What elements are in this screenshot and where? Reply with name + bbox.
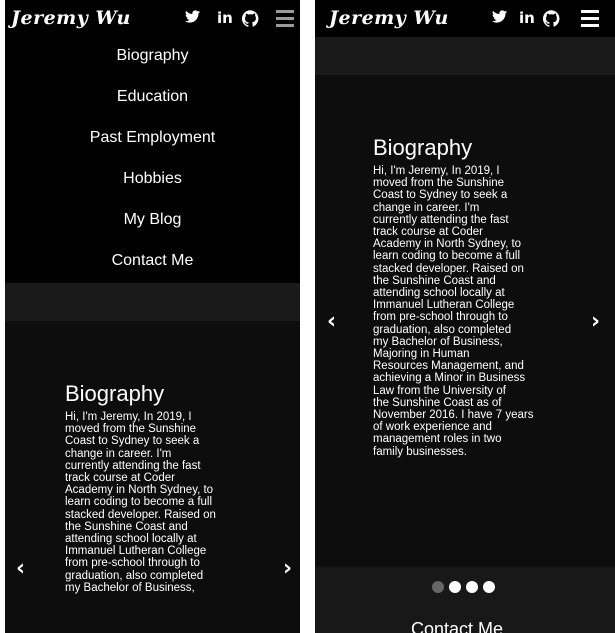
hamburger-menu-icon[interactable]	[276, 10, 294, 28]
carousel-indicator-dot[interactable]	[432, 581, 444, 593]
site-logo[interactable]: Jeremy Wu	[329, 7, 449, 29]
carousel-indicator-dot[interactable]	[466, 581, 478, 593]
nav-item-my-blog[interactable]: My Blog	[5, 211, 300, 229]
section-spacer	[315, 37, 615, 75]
slide-title: Biography	[65, 381, 165, 406]
site-logo[interactable]: Jeremy Wu	[11, 7, 131, 29]
nav-item-contact-me[interactable]: Contact Me	[5, 252, 300, 270]
nav-item-education[interactable]: Education	[5, 88, 300, 106]
nav-item-past-employment[interactable]: Past Employment	[5, 129, 300, 147]
nav-item-hobbies[interactable]: Hobbies	[5, 170, 300, 188]
twitter-icon[interactable]	[185, 10, 200, 23]
linkedin-icon[interactable]: in	[519, 10, 535, 26]
slide-body: Hi, I'm Jeremy, In 2019, I moved from th…	[65, 411, 216, 594]
slide-body: Hi, I'm Jeremy, In 2019, I moved from th…	[373, 165, 534, 458]
mobile-view-menu-closed: Jeremy Wu in Biography Hi, I'm Jeremy, I…	[315, 0, 615, 633]
linkedin-icon[interactable]: in	[217, 10, 233, 26]
carousel-indicator-dot[interactable]	[483, 581, 495, 593]
carousel-indicators	[432, 581, 495, 593]
contact-section: Contact Me	[315, 567, 615, 633]
carousel-prev-button[interactable]: ‹	[16, 558, 25, 580]
carousel-prev-button[interactable]: ‹	[327, 311, 336, 333]
carousel-slide: Biography Hi, I'm Jeremy, In 2019, I mov…	[5, 321, 300, 633]
nav-menu: Biography Education Past Employment Hobb…	[5, 37, 300, 283]
github-icon[interactable]	[242, 10, 259, 27]
github-icon[interactable]	[543, 10, 560, 27]
carousel-slide: Biography Hi, I'm Jeremy, In 2019, I mov…	[315, 75, 615, 567]
carousel-next-button[interactable]: ›	[591, 311, 600, 333]
nav-item-biography[interactable]: Biography	[5, 47, 300, 65]
mobile-view-menu-open: Jeremy Wu in Biography Education Past Em…	[5, 0, 300, 633]
navbar: Jeremy Wu in	[5, 0, 300, 37]
twitter-icon[interactable]	[492, 10, 507, 23]
carousel-next-button[interactable]: ›	[283, 558, 292, 580]
section-spacer	[5, 283, 300, 321]
slide-title: Biography	[373, 135, 473, 160]
hamburger-menu-icon[interactable]	[581, 10, 599, 28]
contact-heading: Contact Me	[411, 619, 504, 633]
navbar: Jeremy Wu in	[315, 0, 615, 37]
carousel-indicator-dot[interactable]	[449, 581, 461, 593]
